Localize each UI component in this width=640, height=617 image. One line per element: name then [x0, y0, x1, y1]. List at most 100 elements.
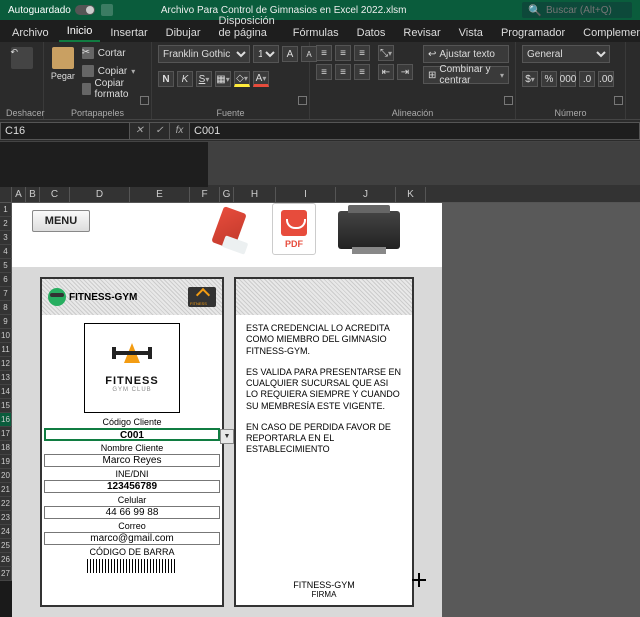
number-launcher[interactable]: [614, 96, 623, 105]
column-header-K[interactable]: K: [396, 187, 426, 202]
column-header-C[interactable]: C: [40, 187, 70, 202]
search-box[interactable]: 🔍: [522, 2, 632, 18]
row-header-14[interactable]: 14: [0, 385, 12, 399]
row-header-4[interactable]: 4: [0, 245, 12, 259]
worksheet[interactable]: ABCDEFGHIJK 1234567891011121314151617181…: [0, 187, 640, 617]
row-header-19[interactable]: 19: [0, 455, 12, 469]
cut-button[interactable]: ✂Cortar: [80, 45, 145, 61]
row-header-7[interactable]: 7: [0, 287, 12, 301]
fill-color-button[interactable]: ◇▾: [234, 71, 250, 87]
row-header-5[interactable]: 5: [0, 259, 12, 273]
tab-insertar[interactable]: Insertar: [102, 24, 155, 42]
export-pdf-button[interactable]: PDF: [272, 203, 316, 255]
align-center-button[interactable]: ≡: [335, 64, 351, 80]
tab-programador[interactable]: Programador: [493, 24, 573, 42]
underline-button[interactable]: S▾: [196, 71, 212, 87]
row-header-10[interactable]: 10: [0, 329, 12, 343]
tab-datos[interactable]: Datos: [349, 24, 394, 42]
cancel-formula-button[interactable]: ✕: [130, 122, 150, 140]
column-header-B[interactable]: B: [26, 187, 40, 202]
row-header-1[interactable]: 1: [0, 203, 12, 217]
font-launcher[interactable]: [298, 96, 307, 105]
increase-indent-button[interactable]: ⇥: [397, 64, 413, 80]
tab-revisar[interactable]: Revisar: [395, 24, 448, 42]
tab-dibujar[interactable]: Dibujar: [158, 24, 209, 42]
clipboard-launcher[interactable]: [140, 96, 149, 105]
autosave-toggle[interactable]: Autoguardado: [8, 5, 95, 16]
column-header-J[interactable]: J: [336, 187, 396, 202]
codigo-cliente-value[interactable]: C001 ▼: [44, 428, 220, 441]
column-header-A[interactable]: A: [12, 187, 26, 202]
align-top-button[interactable]: ≡: [316, 45, 332, 61]
tab-inicio[interactable]: Inicio: [59, 22, 101, 42]
save-icon[interactable]: [101, 4, 113, 16]
cells-area[interactable]: MENU PDF FITNESS-GYM FITNESS: [12, 203, 640, 617]
increase-decimal-button[interactable]: .0: [579, 71, 595, 87]
row-header-13[interactable]: 13: [0, 371, 12, 385]
menu-button[interactable]: MENU: [32, 210, 90, 232]
row-header-2[interactable]: 2: [0, 217, 12, 231]
wrap-text-button[interactable]: ↩Ajustar texto: [423, 45, 509, 63]
grow-font-button[interactable]: A: [282, 46, 298, 62]
row-header-22[interactable]: 22: [0, 497, 12, 511]
border-button[interactable]: ▦▾: [215, 71, 231, 87]
row-header-9[interactable]: 9: [0, 315, 12, 329]
row-header-12[interactable]: 12: [0, 357, 12, 371]
column-header-D[interactable]: D: [70, 187, 130, 202]
align-left-button[interactable]: ≡: [316, 64, 332, 80]
row-header-18[interactable]: 18: [0, 441, 12, 455]
number-format-select[interactable]: General: [522, 45, 610, 63]
name-box[interactable]: [0, 122, 130, 140]
orientation-button[interactable]: ⤡▾: [378, 45, 394, 61]
column-header-H[interactable]: H: [234, 187, 276, 202]
align-launcher[interactable]: [504, 96, 513, 105]
font-size-select[interactable]: 11: [253, 45, 279, 63]
row-header-11[interactable]: 11: [0, 343, 12, 357]
column-header-G[interactable]: G: [220, 187, 234, 202]
row-header-16[interactable]: 16: [0, 413, 12, 427]
row-header-25[interactable]: 25: [0, 539, 12, 553]
row-header-15[interactable]: 15: [0, 399, 12, 413]
row-header-23[interactable]: 23: [0, 511, 12, 525]
tab-formulas[interactable]: Fórmulas: [285, 24, 347, 42]
merge-center-button[interactable]: ⊞Combinar y centrar▾: [423, 66, 509, 84]
dropdown-icon[interactable]: ▼: [220, 429, 234, 444]
row-header-24[interactable]: 24: [0, 525, 12, 539]
row-header-27[interactable]: 27: [0, 567, 12, 581]
currency-button[interactable]: $▾: [522, 71, 538, 87]
column-header-I[interactable]: I: [276, 187, 336, 202]
row-header-3[interactable]: 3: [0, 231, 12, 245]
decrease-indent-button[interactable]: ⇤: [378, 64, 394, 80]
column-header-F[interactable]: F: [190, 187, 220, 202]
tab-archivo[interactable]: Archivo: [4, 24, 57, 42]
bold-button[interactable]: N: [158, 71, 174, 87]
select-all-corner[interactable]: [0, 187, 12, 202]
eraser-button[interactable]: [207, 205, 253, 255]
italic-button[interactable]: K: [177, 71, 193, 87]
decrease-decimal-button[interactable]: .00: [598, 71, 614, 87]
column-header-E[interactable]: E: [130, 187, 190, 202]
undo-button[interactable]: ↶: [6, 45, 37, 95]
row-header-26[interactable]: 26: [0, 553, 12, 567]
align-right-button[interactable]: ≡: [354, 64, 370, 80]
fx-button[interactable]: fx: [170, 122, 190, 140]
align-middle-button[interactable]: ≡: [335, 45, 351, 61]
enter-formula-button[interactable]: ✓: [150, 122, 170, 140]
row-header-20[interactable]: 20: [0, 469, 12, 483]
font-name-select[interactable]: Franklin Gothic Mec: [158, 45, 250, 63]
search-input[interactable]: [546, 5, 626, 16]
copy-button[interactable]: Copiar▾: [80, 63, 145, 79]
percent-button[interactable]: %: [541, 71, 557, 87]
tab-complementos[interactable]: Complementos: [575, 24, 640, 42]
format-painter-button[interactable]: Copiar formato: [80, 81, 145, 97]
tab-disposicion[interactable]: Disposición de página: [211, 12, 283, 42]
formula-input[interactable]: [190, 122, 640, 140]
row-header-17[interactable]: 17: [0, 427, 12, 441]
row-header-6[interactable]: 6: [0, 273, 12, 287]
comma-button[interactable]: 000: [560, 71, 576, 87]
align-bottom-button[interactable]: ≡: [354, 45, 370, 61]
row-header-21[interactable]: 21: [0, 483, 12, 497]
row-header-8[interactable]: 8: [0, 301, 12, 315]
font-color-button[interactable]: A▾: [253, 71, 269, 87]
print-button[interactable]: [338, 211, 400, 249]
